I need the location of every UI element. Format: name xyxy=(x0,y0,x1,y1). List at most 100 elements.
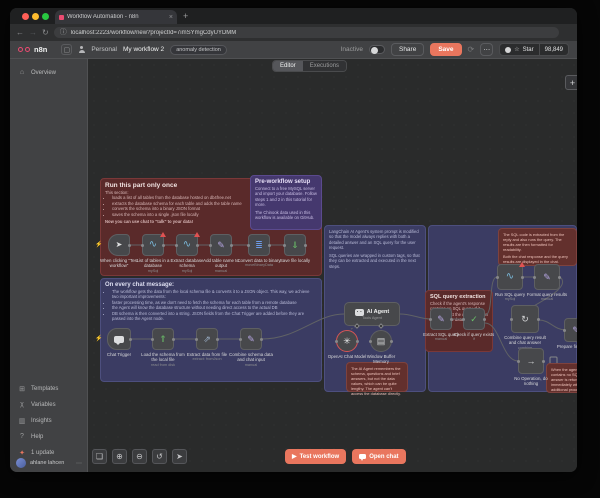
share-button[interactable]: Share xyxy=(391,43,424,56)
variables-icon: χ xyxy=(18,401,26,408)
sidebar-item-insights[interactable]: ▥Insights xyxy=(18,417,82,425)
browser-tab[interactable]: Workflow Automation - n8n × xyxy=(55,10,177,24)
add-node-button[interactable]: + xyxy=(565,75,577,90)
zoom-out-button[interactable]: ⊖ xyxy=(132,449,147,464)
openai-icon: ✳ xyxy=(343,337,351,346)
n8n-logo[interactable]: n8n xyxy=(18,45,47,54)
star-icon: ☆ xyxy=(514,46,519,53)
github-icon xyxy=(505,47,511,53)
browser-window: Workflow Automation - n8n × + ← → ↻ ⓘ lo… xyxy=(10,8,577,472)
new-tab-button[interactable]: + xyxy=(183,11,188,21)
mysql-icon: ∿ xyxy=(506,272,514,282)
undo-button[interactable]: ↺ xyxy=(152,449,167,464)
reload-icon[interactable]: ↻ xyxy=(42,29,49,37)
user-menu[interactable]: ahlane lahcen ⋯ xyxy=(16,458,82,468)
site-info-icon[interactable]: ⓘ xyxy=(60,29,67,36)
workflow-canvas[interactable]: Editor Executions + Run this part only o… xyxy=(88,59,577,472)
node-save-file[interactable]: ⇓ Save file locally xyxy=(273,234,317,263)
tab-title: Workflow Automation - n8n xyxy=(67,14,166,20)
open-chat-button[interactable]: Open chat xyxy=(352,449,405,464)
node-load-schema[interactable]: ⇑ Load the schema from the local file re… xyxy=(141,328,185,367)
mysql-icon: ∿ xyxy=(149,240,157,250)
close-tab-icon[interactable]: × xyxy=(169,14,173,21)
chat-icon xyxy=(114,336,124,343)
zoom-in-button[interactable]: ⊕ xyxy=(112,449,127,464)
arrow-icon: → xyxy=(527,357,536,366)
node-format-results[interactable]: ✎ Format query results manual xyxy=(525,264,569,302)
node-chat-trigger[interactable]: Chat Trigger xyxy=(97,328,141,357)
node-check-query[interactable]: ✓ Check if query exists if xyxy=(452,308,496,342)
app-header: n8n ▢ Personal My workflow 2 anomaly det… xyxy=(10,41,577,59)
github-star-label: Star xyxy=(523,47,534,53)
node-prepare-final[interactable]: ✎ Prepare final output xyxy=(554,318,577,349)
maximize-window-button[interactable] xyxy=(42,13,49,20)
pointer-icon: ➤ xyxy=(116,241,123,249)
gift-icon: ✦ xyxy=(18,449,26,457)
binary-icon: ≣ xyxy=(255,241,263,250)
user-icon xyxy=(78,46,85,53)
more-menu-button[interactable]: ⋯ xyxy=(480,43,493,56)
n8n-logo-text: n8n xyxy=(34,45,47,54)
project-folder-icon[interactable]: ▢ xyxy=(61,44,72,55)
sticky-pre-setup[interactable]: Pre-workflow setup Connect to a free MyS… xyxy=(250,175,322,230)
tab-executions[interactable]: Executions xyxy=(303,61,346,71)
n8n-logo-mark xyxy=(18,46,32,54)
sidebar-item-variables[interactable]: χVariables xyxy=(18,401,82,408)
minimize-window-button[interactable] xyxy=(32,13,39,20)
sticky-note-results[interactable]: The SQL code is extracted from the reply… xyxy=(498,228,577,266)
fit-view-button[interactable]: ❏ xyxy=(92,449,107,464)
merge-icon: ↻ xyxy=(521,315,529,324)
chat-icon xyxy=(359,454,366,459)
sidebar-item-help[interactable]: ?Help xyxy=(18,433,82,440)
sidebar-item-templates[interactable]: ⊞Templates xyxy=(18,385,82,393)
close-window-button[interactable] xyxy=(22,13,29,20)
github-star-widget[interactable]: ☆ Star 98,849 xyxy=(499,43,569,56)
if-icon: ✓ xyxy=(470,315,478,324)
sidebar: ⌂Overview ⊞Templates χVariables ▥Insight… xyxy=(10,59,88,472)
mysql-icon: ∿ xyxy=(183,240,191,250)
file-save-icon: ⇓ xyxy=(291,241,299,250)
pointer-mode-button[interactable]: ➤ xyxy=(172,449,187,464)
workflow-tag[interactable]: anomaly detection xyxy=(170,45,227,55)
sidebar-item-overview[interactable]: ⌂Overview xyxy=(18,69,82,76)
screenshot-stage: Workflow Automation - n8n × + ← → ↻ ⓘ lo… xyxy=(0,0,600,498)
test-workflow-button[interactable]: ▶Test workflow xyxy=(285,449,346,464)
save-button[interactable]: Save xyxy=(430,43,461,56)
memory-icon: ▤ xyxy=(377,337,386,346)
robot-icon xyxy=(355,309,364,316)
help-icon: ? xyxy=(18,433,26,440)
node-noop[interactable]: → No Operation, do nothing xyxy=(509,348,553,387)
pencil-icon: ✎ xyxy=(217,241,225,250)
user-more-icon[interactable]: ⋯ xyxy=(76,460,82,467)
node-extract-data[interactable]: ⇗ Extract data from file extract: fromJs… xyxy=(185,328,229,362)
view-tabs: Editor Executions xyxy=(272,60,347,72)
favicon xyxy=(59,15,64,20)
url-field[interactable]: ⓘ localhost:2223/workflow/new?projectId=… xyxy=(54,27,559,38)
extract-file-icon: ⇗ xyxy=(203,335,211,344)
breadcrumb-project[interactable]: Personal xyxy=(91,46,117,53)
node-combine-result[interactable]: ↻ Combine query result and chat answer c… xyxy=(503,305,547,350)
active-status-label: Inactive xyxy=(341,46,363,53)
pencil-icon: ✎ xyxy=(437,315,445,324)
node-combine-schema[interactable]: ✎ Combine schema data and chat input man… xyxy=(229,328,273,367)
sticky-note-agent-memory[interactable]: The AI Agent remembers the schema, quest… xyxy=(346,362,408,392)
templates-icon: ⊞ xyxy=(18,385,26,393)
browser-tabstrip: Workflow Automation - n8n × + xyxy=(10,8,577,24)
activate-toggle[interactable] xyxy=(369,45,385,54)
tab-editor[interactable]: Editor xyxy=(273,61,303,71)
insights-icon: ▥ xyxy=(18,417,26,425)
pencil-icon: ✎ xyxy=(247,335,255,344)
avatar xyxy=(16,458,26,468)
pencil-icon: ✎ xyxy=(572,326,577,335)
pencil-icon: ✎ xyxy=(543,273,551,282)
node-window-buffer-memory[interactable]: ▤ Window Buffer Memory xyxy=(359,330,403,365)
file-read-icon: ⇑ xyxy=(159,335,167,344)
workflow-name[interactable]: My workflow 2 xyxy=(123,46,164,53)
sidebar-item-updates[interactable]: ✦1 update xyxy=(18,449,82,457)
forward-icon[interactable]: → xyxy=(29,29,37,37)
github-star-count: 98,849 xyxy=(539,44,568,55)
back-icon[interactable]: ← xyxy=(16,29,24,37)
user-name: ahlane lahcen xyxy=(30,460,72,466)
history-icon[interactable]: ⟳ xyxy=(468,45,475,54)
node-ai-agent[interactable]: AI Agent Tools Agent xyxy=(344,302,400,326)
